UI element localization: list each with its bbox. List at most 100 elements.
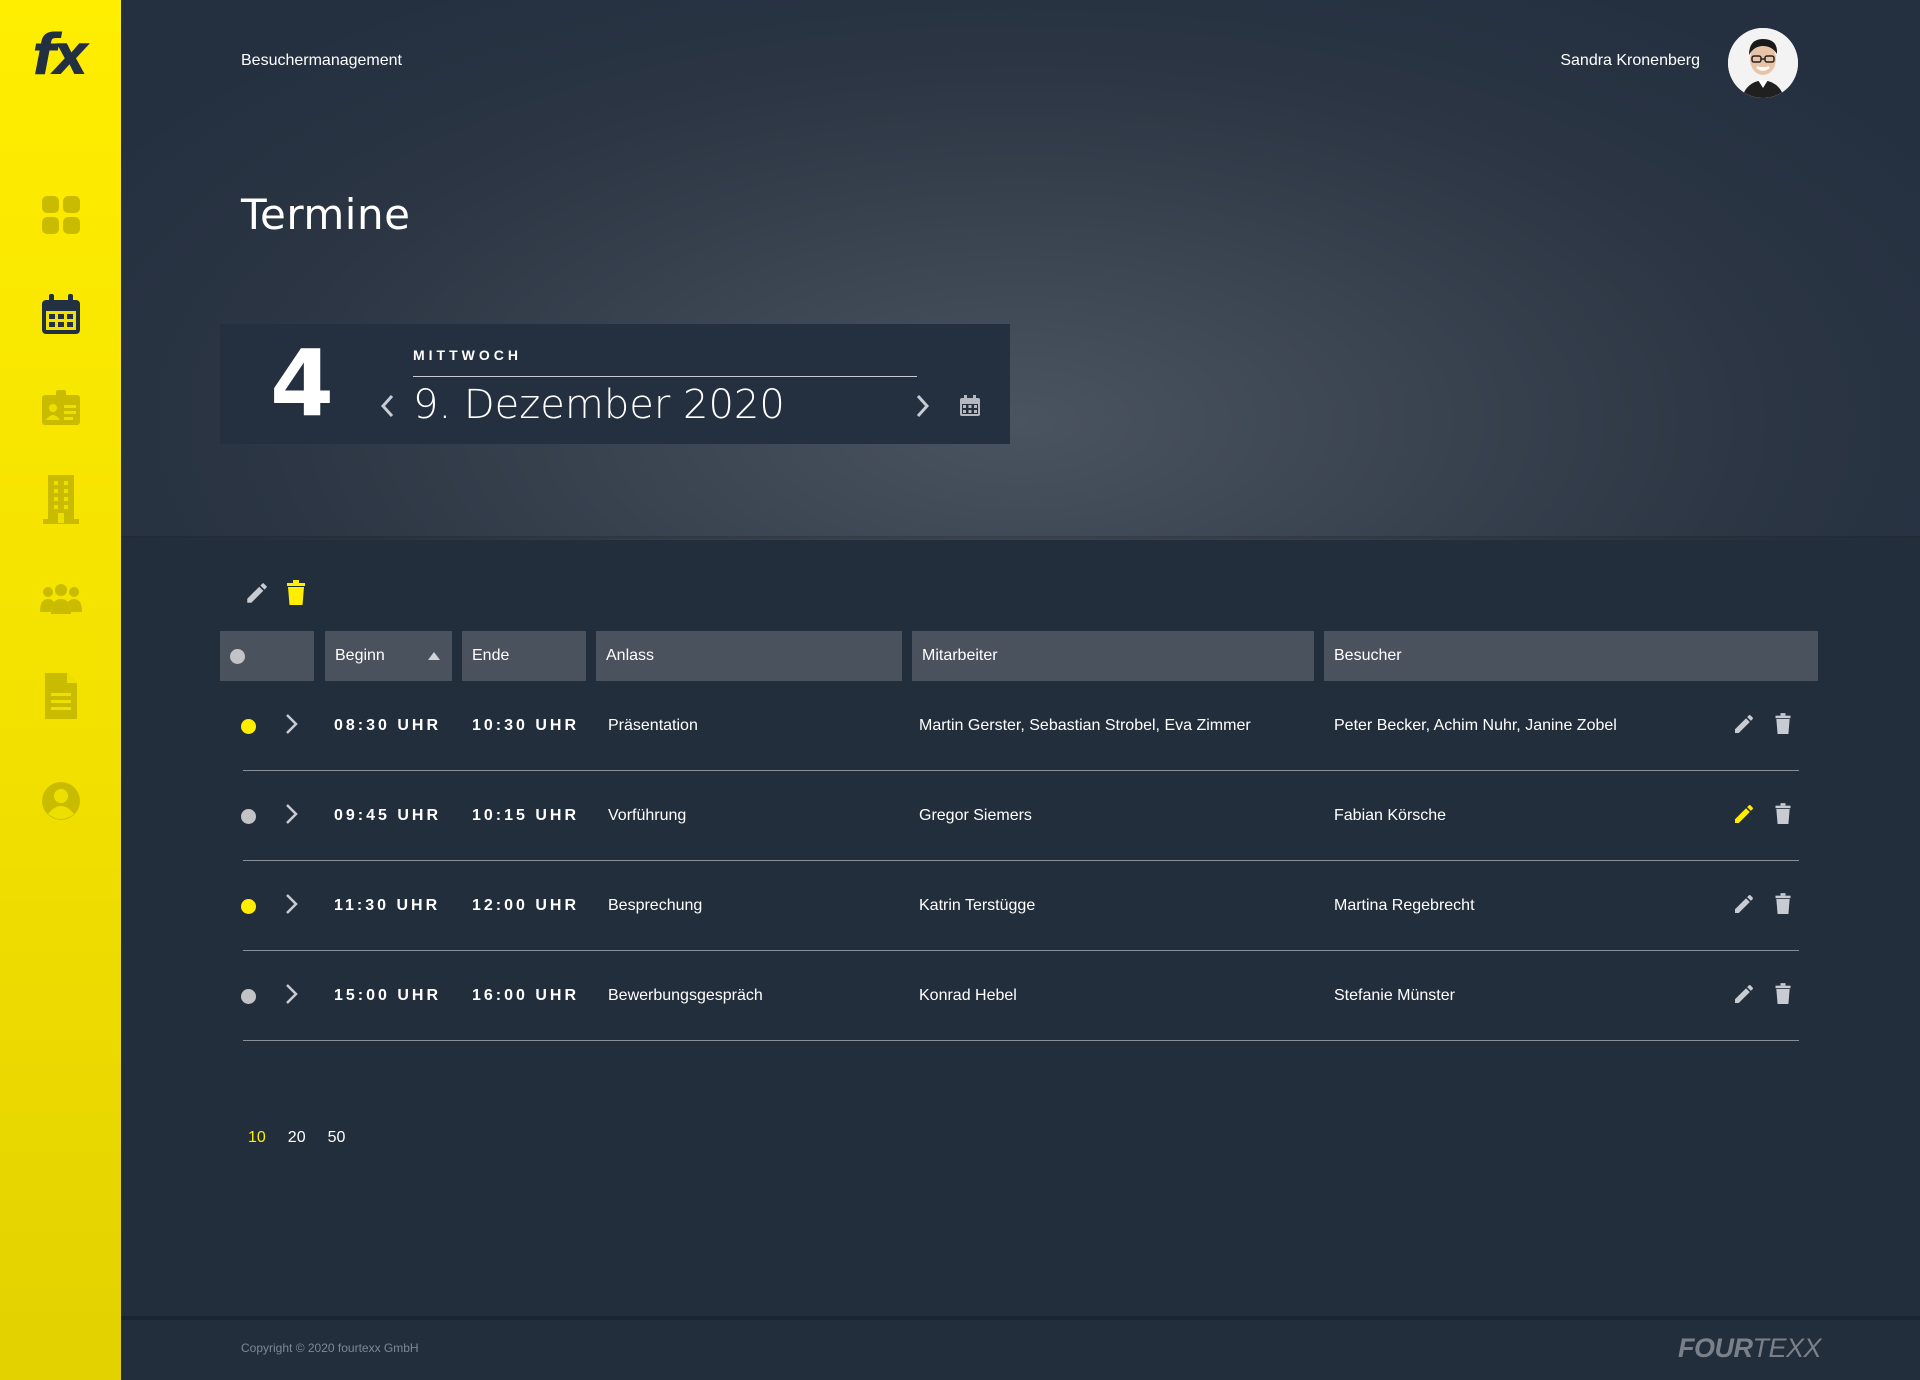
column-staff[interactable]: Mitarbeiter xyxy=(912,631,1314,681)
app-logo[interactable]: fx xyxy=(32,26,92,86)
edit-button[interactable] xyxy=(1730,951,1758,1041)
staff: Martin Gerster, Sebastian Strobel, Eva Z… xyxy=(919,717,1251,734)
page-size-option[interactable]: 50 xyxy=(328,1129,346,1147)
trash-icon xyxy=(1773,982,1793,1010)
edit-button[interactable] xyxy=(1730,771,1758,861)
appointment-count: 4 xyxy=(270,330,335,437)
id-card-icon[interactable] xyxy=(40,383,82,433)
copyright: Copyright © 2020 fourtexx GmbH xyxy=(241,1341,419,1355)
end-time: 16:00 UHR xyxy=(472,987,580,1004)
begin-time: 08:30 UHR xyxy=(334,717,442,734)
staff: Katrin Terstügge xyxy=(919,897,1036,914)
page-size-option[interactable]: 20 xyxy=(288,1129,306,1147)
begin-time: 15:00 UHR xyxy=(334,987,442,1004)
brand-logo: FOURTEXX xyxy=(1678,1333,1822,1364)
delete-button[interactable] xyxy=(1771,771,1795,861)
edit-button[interactable] xyxy=(1730,681,1758,771)
begin-time: 09:45 UHR xyxy=(334,807,442,824)
chevron-right-icon xyxy=(285,803,299,830)
chevron-right-icon xyxy=(285,713,299,740)
trash-icon xyxy=(287,580,305,605)
reason: Besprechung xyxy=(608,897,703,914)
delete-button[interactable] xyxy=(1771,861,1795,951)
staff: Konrad Hebel xyxy=(919,987,1017,1004)
hero-background xyxy=(121,0,1920,540)
pencil-icon xyxy=(1732,892,1756,921)
page-size-selector: 10 20 50 xyxy=(248,1129,345,1147)
visitor: Fabian Körsche xyxy=(1334,807,1447,824)
dashboard-grid-icon[interactable] xyxy=(40,190,82,240)
table-row[interactable]: 15:00 UHR 16:00 UHR Bewerbungsgespräch Konr… xyxy=(0,951,1920,1041)
begin-time: 11:30 UHR xyxy=(334,897,441,914)
footer-divider xyxy=(121,1316,1920,1320)
chevron-right-icon xyxy=(285,893,299,920)
sort-ascending-icon xyxy=(428,652,440,660)
status-dot-icon xyxy=(241,718,256,734)
bulk-delete-button[interactable] xyxy=(284,580,310,606)
expand-row-button[interactable] xyxy=(285,681,305,771)
column-reason[interactable]: Anlass xyxy=(596,631,902,681)
status-indicator xyxy=(241,771,257,861)
trash-icon xyxy=(1773,712,1793,740)
calendar-icon xyxy=(960,395,980,416)
delete-button[interactable] xyxy=(1771,951,1795,1041)
visitor: Peter Becker, Achim Nuhr, Janine Zobel xyxy=(1334,717,1617,734)
calendar-picker-button[interactable] xyxy=(955,386,985,426)
selected-date[interactable]: 9. Dezember 2020 xyxy=(413,382,785,428)
trash-icon xyxy=(1773,892,1793,920)
trash-icon xyxy=(1773,802,1793,830)
reason: Präsentation xyxy=(608,717,698,734)
next-day-button[interactable] xyxy=(908,386,938,426)
status-dot-icon xyxy=(241,898,256,914)
people-icon[interactable] xyxy=(40,573,82,623)
reason: Bewerbungsgespräch xyxy=(608,987,763,1004)
date-underline xyxy=(413,376,917,377)
status-indicator xyxy=(241,681,257,771)
expand-row-button[interactable] xyxy=(285,771,305,861)
staff: Gregor Siemers xyxy=(919,807,1032,824)
reason: Vorführung xyxy=(608,807,687,824)
calendar-icon[interactable] xyxy=(40,290,82,340)
user-name[interactable]: Sandra Kronenberg xyxy=(1560,52,1700,70)
building-icon[interactable] xyxy=(40,474,82,524)
status-indicator xyxy=(241,861,257,951)
table-row[interactable]: 08:30 UHR 10:30 UHR Präsentation Martin Ger… xyxy=(0,681,1920,771)
brand-bold: FOUR xyxy=(1678,1333,1753,1363)
brand-thin: TEXX xyxy=(1752,1333,1822,1363)
page-size-option[interactable]: 10 xyxy=(248,1129,266,1147)
column-visitor-label: Besucher xyxy=(1334,647,1402,664)
column-begin[interactable]: Beginn xyxy=(325,631,452,681)
table-header: Beginn Ende Anlass Mitarbeiter Besucher xyxy=(0,631,1920,681)
bulk-edit-button[interactable] xyxy=(244,580,270,606)
status-dot-icon xyxy=(230,648,245,664)
visitor: Martina Regebrecht xyxy=(1334,897,1475,914)
edit-button[interactable] xyxy=(1730,861,1758,951)
table-row[interactable]: 09:45 UHR 10:15 UHR Vorführung Gregor Sieme… xyxy=(0,771,1920,861)
column-end-label: Ende xyxy=(472,647,510,664)
column-status[interactable] xyxy=(220,631,314,681)
column-end[interactable]: Ende xyxy=(462,631,586,681)
chevron-right-icon xyxy=(916,394,930,418)
avatar[interactable] xyxy=(1728,28,1798,98)
table-row[interactable]: 11:30 UHR 12:00 UHR Besprechung Katrin Ters… xyxy=(0,861,1920,951)
end-time: 12:00 UHR xyxy=(472,897,580,914)
weekday-label: MITTWOCH xyxy=(413,347,522,363)
chevron-left-icon xyxy=(380,394,394,418)
expand-row-button[interactable] xyxy=(285,861,305,951)
status-dot-icon xyxy=(241,808,256,824)
column-visitor[interactable]: Besucher xyxy=(1324,631,1818,681)
pencil-icon xyxy=(1732,712,1756,741)
page-title: Termine xyxy=(241,190,411,239)
previous-day-button[interactable] xyxy=(372,386,402,426)
pencil-icon xyxy=(1732,982,1756,1011)
breadcrumb[interactable]: Besuchermanagement xyxy=(241,52,402,70)
expand-row-button[interactable] xyxy=(285,951,305,1041)
status-dot-icon xyxy=(241,988,256,1004)
column-begin-label: Beginn xyxy=(335,647,385,664)
visitor: Stefanie Münster xyxy=(1334,987,1455,1004)
column-staff-label: Mitarbeiter xyxy=(922,647,998,664)
column-reason-label: Anlass xyxy=(606,647,655,664)
end-time: 10:30 UHR xyxy=(472,717,580,734)
delete-button[interactable] xyxy=(1771,681,1795,771)
end-time: 10:15 UHR xyxy=(472,807,580,824)
